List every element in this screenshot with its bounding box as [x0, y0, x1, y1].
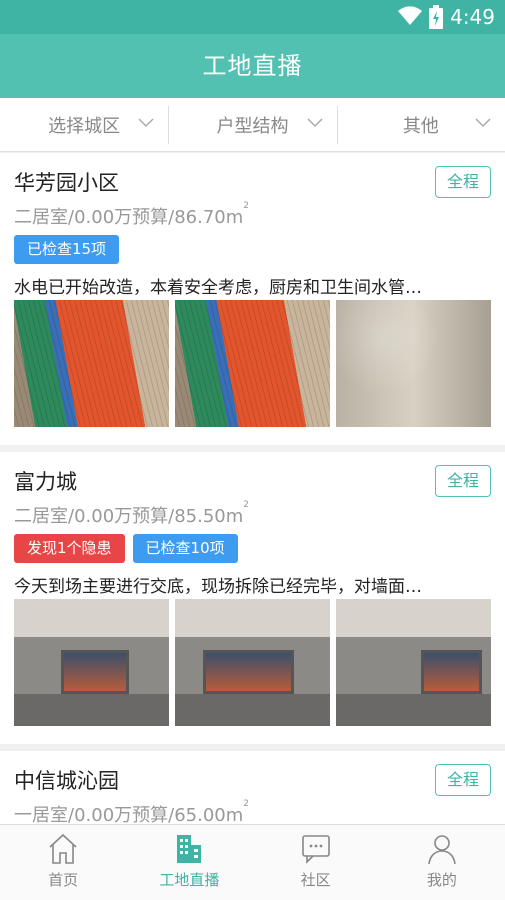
site-title: 华芳园小区 [14, 171, 119, 195]
site-info: 一居室/0.00万预算/65.00m [14, 805, 244, 825]
full-process-button[interactable]: 全程 [435, 465, 491, 497]
square-superscript: 2 [243, 201, 250, 211]
page-title: 工地直播 [0, 34, 505, 98]
site-info: 二居室/0.00万预算/86.70m [14, 207, 244, 228]
site-card[interactable]: 华芳园小区 全程 二居室/0.00万预算/86.70m2 已检查15项 水电已开… [0, 153, 505, 445]
tab-label: 我的 [426, 871, 457, 889]
filter-district[interactable]: 选择城区 [0, 98, 168, 151]
badge-row: 已检查15项 [14, 235, 120, 264]
site-title: 富力城 [14, 470, 77, 494]
hazard-badge: 发现1个隐患 [14, 534, 125, 563]
home-icon [49, 833, 77, 864]
filter-label: 户型结构 [216, 115, 289, 137]
filter-bar: 选择城区 户型结构 其他 [0, 98, 505, 152]
site-card[interactable]: 富力城 全程 二居室/0.00万预算/85.50m2 发现1个隐患 已检查10项… [0, 452, 505, 744]
inspected-badge: 已检查15项 [14, 235, 120, 264]
photo-row [14, 599, 492, 726]
square-superscript: 2 [243, 500, 250, 510]
filter-other[interactable]: 其他 [336, 98, 505, 151]
site-description: 今天到场主要进行交底，现场拆除已经完毕，对墙面… [14, 577, 422, 597]
site-photo[interactable] [14, 300, 169, 427]
site-photo[interactable] [336, 599, 491, 726]
status-bar: 4:49 [0, 0, 505, 34]
bottom-tab-bar: 首页 工地直播 社区 我的 [0, 824, 505, 900]
tab-home[interactable]: 首页 [0, 825, 126, 900]
full-process-button[interactable]: 全程 [435, 166, 491, 198]
tab-label: 首页 [48, 871, 79, 889]
building-icon [177, 835, 202, 863]
site-subtitle: 一居室/0.00万预算/65.00m2 [14, 799, 250, 825]
inspected-badge: 已检查10项 [132, 534, 238, 563]
tab-mine[interactable]: 我的 [379, 825, 505, 900]
status-time: 4:49 [450, 5, 495, 29]
site-info: 二居室/0.00万预算/85.50m [14, 506, 244, 527]
user-icon [428, 835, 456, 865]
site-photo[interactable] [336, 300, 491, 427]
site-subtitle: 二居室/0.00万预算/86.70m2 [14, 201, 250, 229]
site-photo[interactable] [14, 599, 169, 726]
site-title: 中信城沁园 [14, 769, 119, 793]
chevron-down-icon [475, 118, 491, 128]
tab-label: 工地直播 [159, 871, 220, 889]
site-description: 水电已开始改造，本着安全考虑，厨房和卫生间水管… [14, 278, 422, 298]
tab-community[interactable]: 社区 [253, 825, 379, 900]
chevron-down-icon [307, 118, 323, 128]
wifi-icon [397, 6, 423, 30]
square-superscript: 2 [243, 799, 250, 809]
full-process-button[interactable]: 全程 [435, 764, 491, 796]
badge-row: 发现1个隐患 已检查10项 [14, 534, 238, 563]
filter-label: 选择城区 [48, 115, 121, 137]
site-subtitle: 二居室/0.00万预算/85.50m2 [14, 500, 250, 528]
tab-site-live[interactable]: 工地直播 [126, 825, 252, 900]
tab-label: 社区 [300, 871, 331, 889]
site-photo[interactable] [175, 300, 330, 427]
community-icon [301, 835, 330, 864]
battery-icon [429, 5, 443, 33]
site-feed[interactable]: 华芳园小区 全程 二居室/0.00万预算/86.70m2 已检查15项 水电已开… [0, 153, 505, 825]
site-photo[interactable] [175, 599, 330, 726]
filter-layout[interactable]: 户型结构 [168, 98, 336, 151]
filter-label: 其他 [402, 115, 439, 137]
photo-row [14, 300, 492, 427]
site-card[interactable]: 中信城沁园 全程 一居室/0.00万预算/65.00m2 [0, 751, 505, 825]
chevron-down-icon [138, 118, 154, 128]
